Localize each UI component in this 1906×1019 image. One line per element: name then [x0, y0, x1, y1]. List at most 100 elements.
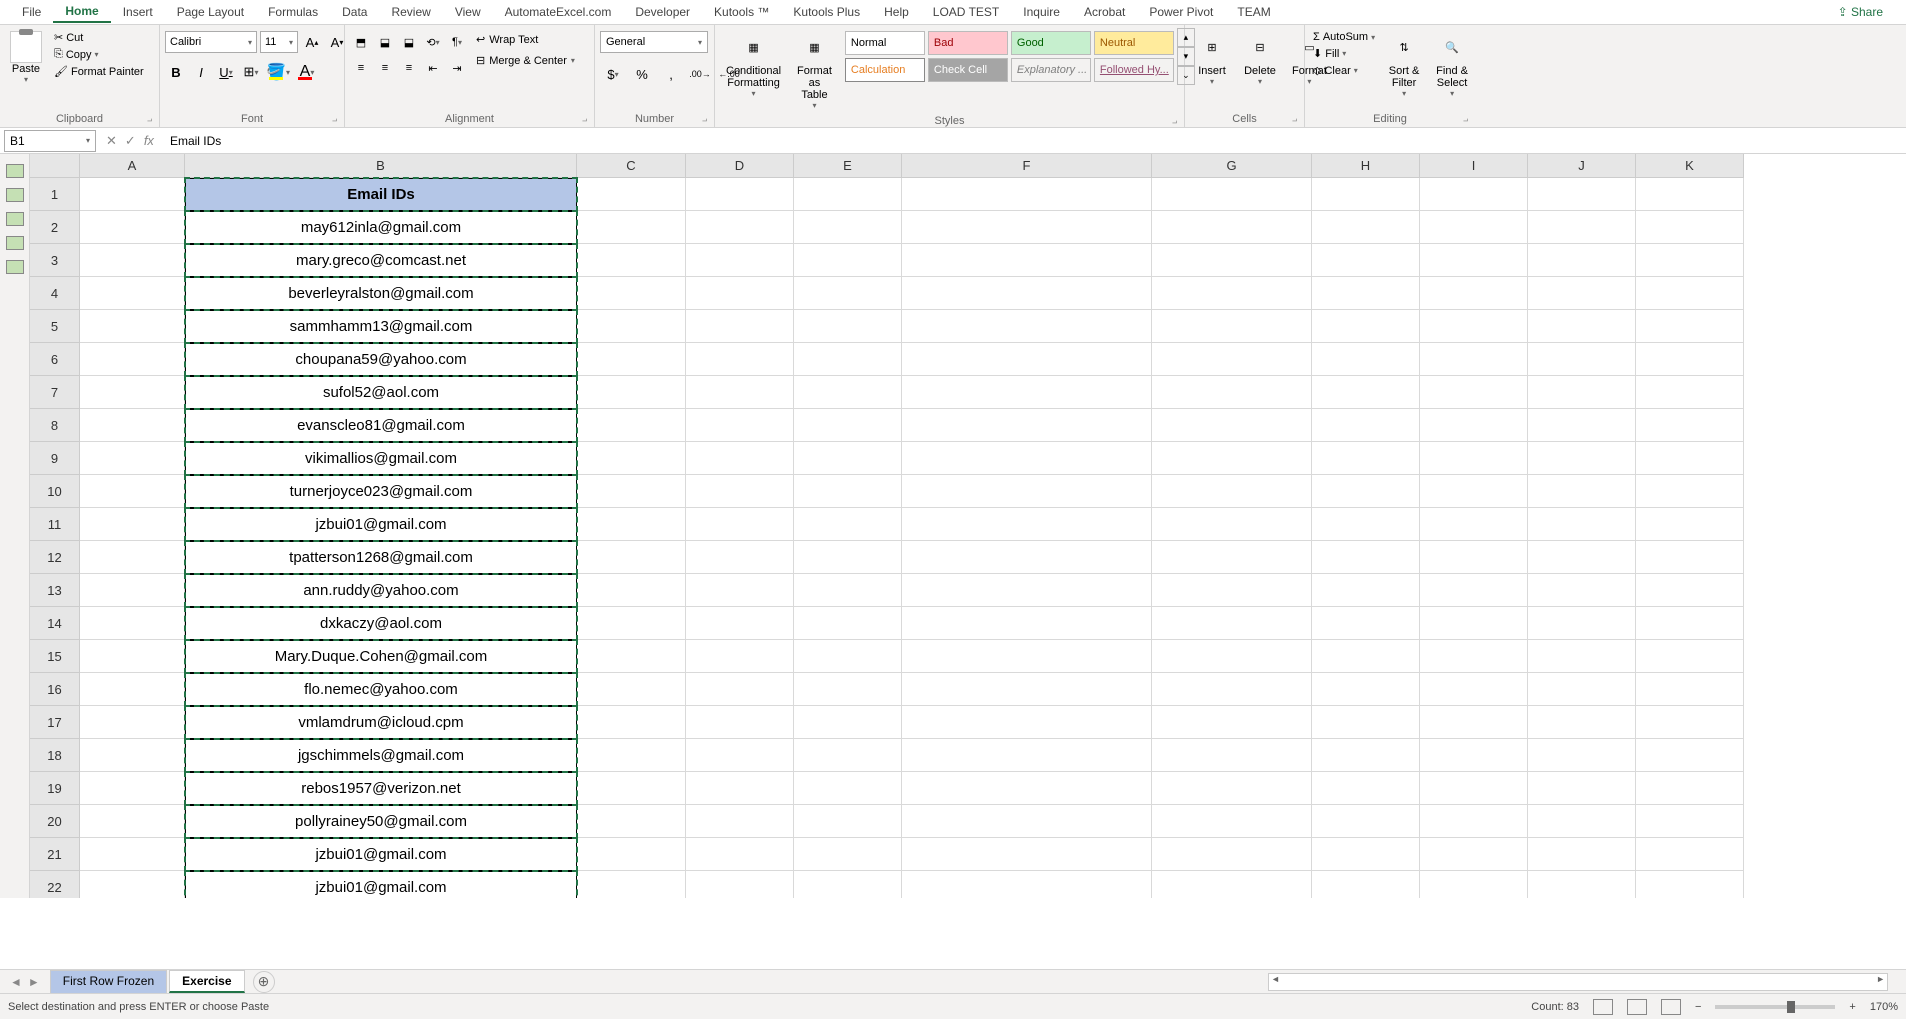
cell-H14[interactable] [1312, 607, 1420, 640]
cell-F1[interactable] [902, 178, 1152, 211]
cell-H13[interactable] [1312, 574, 1420, 607]
cell-F22[interactable] [902, 871, 1152, 898]
cell-B2[interactable]: may612inla@gmail.com [185, 211, 577, 244]
cell-J2[interactable] [1528, 211, 1636, 244]
cell-F12[interactable] [902, 541, 1152, 574]
row-header-3[interactable]: 3 [30, 244, 80, 277]
cell-F6[interactable] [902, 343, 1152, 376]
cell-K3[interactable] [1636, 244, 1744, 277]
cell-I12[interactable] [1420, 541, 1528, 574]
cell-C7[interactable] [577, 376, 686, 409]
cell-D11[interactable] [686, 508, 794, 541]
cell-G1[interactable] [1152, 178, 1312, 211]
cell-C5[interactable] [577, 310, 686, 343]
cell-H18[interactable] [1312, 739, 1420, 772]
cell-C14[interactable] [577, 607, 686, 640]
cell-H11[interactable] [1312, 508, 1420, 541]
cell-H1[interactable] [1312, 178, 1420, 211]
cell-A8[interactable] [80, 409, 185, 442]
cell-J3[interactable] [1528, 244, 1636, 277]
tab-file[interactable]: File [10, 2, 53, 22]
cell-B20[interactable]: pollyrainey50@gmail.com [185, 805, 577, 838]
column-header-J[interactable]: J [1528, 154, 1636, 178]
cell-D17[interactable] [686, 706, 794, 739]
cell-F13[interactable] [902, 574, 1152, 607]
cell-J21[interactable] [1528, 838, 1636, 871]
cell-D8[interactable] [686, 409, 794, 442]
cell-H2[interactable] [1312, 211, 1420, 244]
cell-I7[interactable] [1420, 376, 1528, 409]
cell-G4[interactable] [1152, 277, 1312, 310]
cell-J9[interactable] [1528, 442, 1636, 475]
cell-H15[interactable] [1312, 640, 1420, 673]
cell-D7[interactable] [686, 376, 794, 409]
cancel-formula-icon[interactable]: ✕ [106, 133, 117, 149]
cell-D5[interactable] [686, 310, 794, 343]
cell-I11[interactable] [1420, 508, 1528, 541]
cell-G11[interactable] [1152, 508, 1312, 541]
column-header-C[interactable]: C [577, 154, 686, 178]
zoom-in-button[interactable]: + [1849, 1001, 1855, 1013]
cell-J5[interactable] [1528, 310, 1636, 343]
row-header-19[interactable]: 19 [30, 772, 80, 805]
cell-A6[interactable] [80, 343, 185, 376]
cell-A4[interactable] [80, 277, 185, 310]
comma-button[interactable]: , [658, 63, 684, 85]
cell-I9[interactable] [1420, 442, 1528, 475]
row-header-18[interactable]: 18 [30, 739, 80, 772]
cell-J1[interactable] [1528, 178, 1636, 211]
cell-I21[interactable] [1420, 838, 1528, 871]
cell-E9[interactable] [794, 442, 902, 475]
cell-style-good[interactable]: Good [1011, 31, 1091, 55]
cell-A17[interactable] [80, 706, 185, 739]
cell-K2[interactable] [1636, 211, 1744, 244]
cell-F18[interactable] [902, 739, 1152, 772]
cell-I2[interactable] [1420, 211, 1528, 244]
delete-cells-button[interactable]: ⊟Delete▾ [1238, 28, 1282, 89]
cell-I16[interactable] [1420, 673, 1528, 706]
row-header-10[interactable]: 10 [30, 475, 80, 508]
column-header-H[interactable]: H [1312, 154, 1420, 178]
cell-E10[interactable] [794, 475, 902, 508]
cell-F3[interactable] [902, 244, 1152, 277]
cell-E8[interactable] [794, 409, 902, 442]
horizontal-scrollbar[interactable] [1268, 973, 1888, 991]
format-as-table-button[interactable]: ▦ Format as Table▾ [791, 28, 838, 113]
cell-E6[interactable] [794, 343, 902, 376]
find-select-button[interactable]: 🔍Find & Select▾ [1430, 28, 1474, 101]
tab-kutools-[interactable]: Kutools ™ [702, 2, 781, 22]
align-center-button[interactable]: ≡ [374, 57, 396, 79]
cell-C8[interactable] [577, 409, 686, 442]
cell-J13[interactable] [1528, 574, 1636, 607]
tab-kutools-plus[interactable]: Kutools Plus [781, 2, 872, 22]
cell-K17[interactable] [1636, 706, 1744, 739]
cell-D6[interactable] [686, 343, 794, 376]
cell-K9[interactable] [1636, 442, 1744, 475]
cell-A15[interactable] [80, 640, 185, 673]
copy-button[interactable]: ⎘Copy ▾ [51, 47, 147, 62]
increase-indent-button[interactable]: ⇥ [446, 57, 468, 79]
align-right-button[interactable]: ≡ [398, 57, 420, 79]
cell-A1[interactable] [80, 178, 185, 211]
formula-input[interactable]: Email IDs [164, 134, 1906, 148]
cell-I5[interactable] [1420, 310, 1528, 343]
cell-H8[interactable] [1312, 409, 1420, 442]
cell-A20[interactable] [80, 805, 185, 838]
row-header-15[interactable]: 15 [30, 640, 80, 673]
row-header-16[interactable]: 16 [30, 673, 80, 706]
row-header-20[interactable]: 20 [30, 805, 80, 838]
cell-D3[interactable] [686, 244, 794, 277]
cell-J20[interactable] [1528, 805, 1636, 838]
fill-color-button[interactable]: 🪣▾ [265, 61, 291, 83]
cell-I14[interactable] [1420, 607, 1528, 640]
cell-G9[interactable] [1152, 442, 1312, 475]
page-layout-view-button[interactable] [1627, 999, 1647, 1015]
cell-I1[interactable] [1420, 178, 1528, 211]
cell-F9[interactable] [902, 442, 1152, 475]
column-header-K[interactable]: K [1636, 154, 1744, 178]
cell-C13[interactable] [577, 574, 686, 607]
enter-formula-icon[interactable]: ✓ [125, 133, 136, 149]
increase-decimal-button[interactable]: .00→ [687, 63, 713, 85]
cell-F14[interactable] [902, 607, 1152, 640]
cell-K20[interactable] [1636, 805, 1744, 838]
